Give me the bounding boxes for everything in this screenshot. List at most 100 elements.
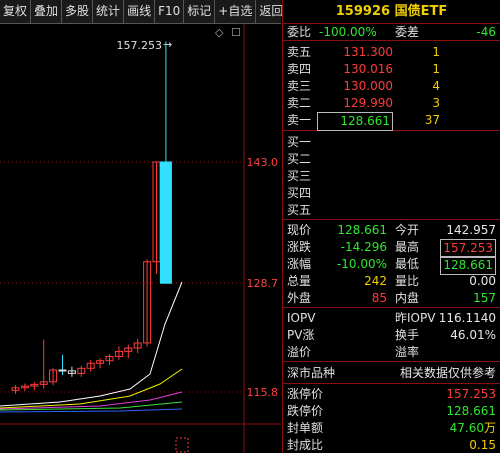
sell-1-row[interactable]: 卖一 128.661 37 bbox=[283, 112, 500, 131]
weicha-value: -46 bbox=[476, 25, 496, 39]
buy-1-label: 买一 bbox=[287, 135, 312, 149]
kline-chart[interactable]: 143.0 128.7 115.8 157.253 → ◇ ☐ bbox=[0, 24, 281, 453]
volume-bar-last bbox=[175, 437, 189, 453]
yijia-label: 溢价 bbox=[287, 345, 312, 359]
zhangdie-label: 涨跌 bbox=[287, 240, 312, 254]
volume-row: 总量 242 量比 0.00 bbox=[283, 273, 500, 290]
neipan-label: 内盘 bbox=[395, 291, 420, 305]
zhangting-label: 涨停价 bbox=[287, 387, 324, 401]
fengdan-unit: 万 bbox=[483, 421, 496, 435]
limit-down-row: 跌停价 128.661 bbox=[283, 403, 500, 420]
draw-line-button[interactable]: 画线 bbox=[124, 0, 156, 23]
buy-4-row[interactable]: 买四 bbox=[283, 185, 500, 202]
sell-3-row[interactable]: 卖三 130.000 4 bbox=[283, 78, 500, 95]
waipan-label: 外盘 bbox=[287, 291, 312, 305]
xianjia-value: 128.661 bbox=[337, 223, 387, 237]
weibi-label: 委比 bbox=[287, 25, 312, 39]
fengdan-label: 封单额 bbox=[287, 421, 324, 435]
price-label-115: 115.8 bbox=[247, 386, 279, 399]
liangbi-value: 0.00 bbox=[469, 274, 496, 288]
statistics-button[interactable]: 统计 bbox=[93, 0, 125, 23]
outer-inner-row: 外盘 85 内盘 157 bbox=[283, 290, 500, 307]
overlay-button[interactable]: 叠加 bbox=[31, 0, 63, 23]
kline-svg[interactable]: 143.0 128.7 115.8 157.253 → ◇ ☐ bbox=[0, 24, 281, 453]
stock-code: 159926 bbox=[335, 4, 391, 19]
zhangfu-label: 涨幅 bbox=[287, 257, 312, 271]
diamond-icon[interactable]: ◇ bbox=[215, 26, 224, 39]
stock-name: 国债ETF bbox=[394, 4, 448, 19]
dieting-value: 128.661 bbox=[446, 404, 496, 418]
iopv-label: IOPV bbox=[287, 311, 316, 325]
iopv-block: IOPV 昨IOPV 116.1140 PV涨 换手 46.01% 溢价 溢率 bbox=[283, 308, 500, 362]
zuoiopv-label: 昨IOPV bbox=[395, 311, 436, 325]
f10-button[interactable]: F10 bbox=[155, 0, 185, 23]
pct-row: 涨幅 -10.00% 最低 128.661 bbox=[283, 256, 500, 275]
yilv-label: 溢率 bbox=[395, 345, 420, 359]
sell-3-price: 130.000 bbox=[343, 79, 393, 93]
add-watchlist-button[interactable]: +自选 bbox=[215, 0, 257, 23]
sell-4-price: 130.016 bbox=[343, 62, 393, 76]
buy-2-row[interactable]: 买二 bbox=[283, 151, 500, 168]
multi-stock-button[interactable]: 多股 bbox=[62, 0, 94, 23]
quote-block: 现价 128.661 今开 142.957 涨跌 -14.296 最高 157.… bbox=[283, 220, 500, 308]
weibi-row: 委比 -100.00% 委差 -46 bbox=[283, 24, 500, 41]
buy-4-label: 买四 bbox=[287, 186, 312, 200]
seal-ratio-row: 封成比 0.15 bbox=[283, 437, 500, 453]
sell-5-row[interactable]: 卖五 131.300 1 bbox=[283, 44, 500, 61]
buy-3-row[interactable]: 买三 bbox=[283, 168, 500, 185]
price-label-128: 128.7 bbox=[247, 277, 279, 290]
candle-body bbox=[58, 369, 67, 372]
buy-1-row[interactable]: 买一 bbox=[283, 134, 500, 151]
liangbi-label: 量比 bbox=[395, 274, 420, 288]
weicha-label: 委差 bbox=[395, 25, 420, 39]
sell-2-row[interactable]: 卖二 129.990 3 bbox=[283, 95, 500, 112]
neipan-value: 157 bbox=[473, 291, 496, 305]
sell-4-volume: 1 bbox=[432, 62, 440, 76]
zuidi-label: 最低 bbox=[395, 257, 420, 271]
sell-1-price-box[interactable]: 128.661 bbox=[307, 112, 393, 131]
buy-5-row[interactable]: 买五 bbox=[283, 202, 500, 219]
sell-1-price: 128.661 bbox=[317, 112, 393, 131]
seal-amount-row: 封单额 47.60万 bbox=[283, 420, 500, 437]
chart-toolbar: 复权 叠加 多股 统计 画线 F10 标记 +自选 返回 bbox=[0, 0, 283, 24]
sell-2-label: 卖二 bbox=[287, 96, 312, 110]
fengdan-value: 47.60 bbox=[449, 421, 484, 435]
sell-5-volume: 1 bbox=[432, 45, 440, 59]
price-row: 现价 128.661 今开 142.957 bbox=[283, 222, 500, 239]
sell-3-label: 卖三 bbox=[287, 79, 312, 93]
sell-3-volume: 4 bbox=[432, 79, 440, 93]
sell-5-label: 卖五 bbox=[287, 45, 312, 59]
info-row: 深市品种 相关数据仅供参考 bbox=[283, 362, 500, 384]
zongliang-value: 242 bbox=[364, 274, 387, 288]
buy-book: 买一 买二 买三 买四 买五 bbox=[283, 131, 500, 220]
sell-5-price: 131.300 bbox=[343, 45, 393, 59]
waipan-value: 85 bbox=[371, 291, 387, 305]
zhangdie-value: -14.296 bbox=[340, 240, 387, 254]
huanshou-label: 换手 bbox=[395, 328, 420, 342]
sell-4-row[interactable]: 卖四 130.016 1 bbox=[283, 61, 500, 78]
fengcheng-label: 封成比 bbox=[287, 438, 324, 452]
ma-line-2 bbox=[0, 368, 183, 409]
zuigao-label: 最高 bbox=[395, 240, 420, 254]
sell-4-label: 卖四 bbox=[287, 62, 312, 76]
zuoiopv-value: 116.1140 bbox=[438, 311, 496, 325]
iopv-row: IOPV 昨IOPV 116.1140 bbox=[283, 310, 500, 327]
pvzhang-label: PV涨 bbox=[287, 328, 315, 342]
data-note: 相关数据仅供参考 bbox=[399, 366, 496, 380]
change-row: 涨跌 -14.296 最高 157.253 bbox=[283, 239, 500, 258]
stock-title: 159926 国债ETF bbox=[283, 0, 500, 24]
limit-up-row: 涨停价 157.253 bbox=[283, 386, 500, 403]
jinkai-label: 今开 bbox=[395, 223, 420, 237]
quote-panel: 159926 国债ETF 委比 -100.00% 委差 -46 卖五 131.3… bbox=[282, 0, 500, 453]
zhangting-value: 157.253 bbox=[446, 387, 496, 401]
fengcheng-value: 0.15 bbox=[469, 438, 496, 452]
fuquan-button[interactable]: 复权 bbox=[0, 0, 32, 23]
zongliang-label: 总量 bbox=[287, 274, 312, 288]
window-icon[interactable]: ☐ bbox=[231, 26, 241, 39]
moving-average-lines bbox=[0, 281, 183, 413]
buy-5-label: 买五 bbox=[287, 203, 312, 217]
mark-button[interactable]: 标记 bbox=[184, 0, 216, 23]
candle-body bbox=[159, 161, 172, 284]
category-label: 深市品种 bbox=[287, 366, 336, 380]
huanshou-value: 46.01% bbox=[450, 328, 496, 342]
